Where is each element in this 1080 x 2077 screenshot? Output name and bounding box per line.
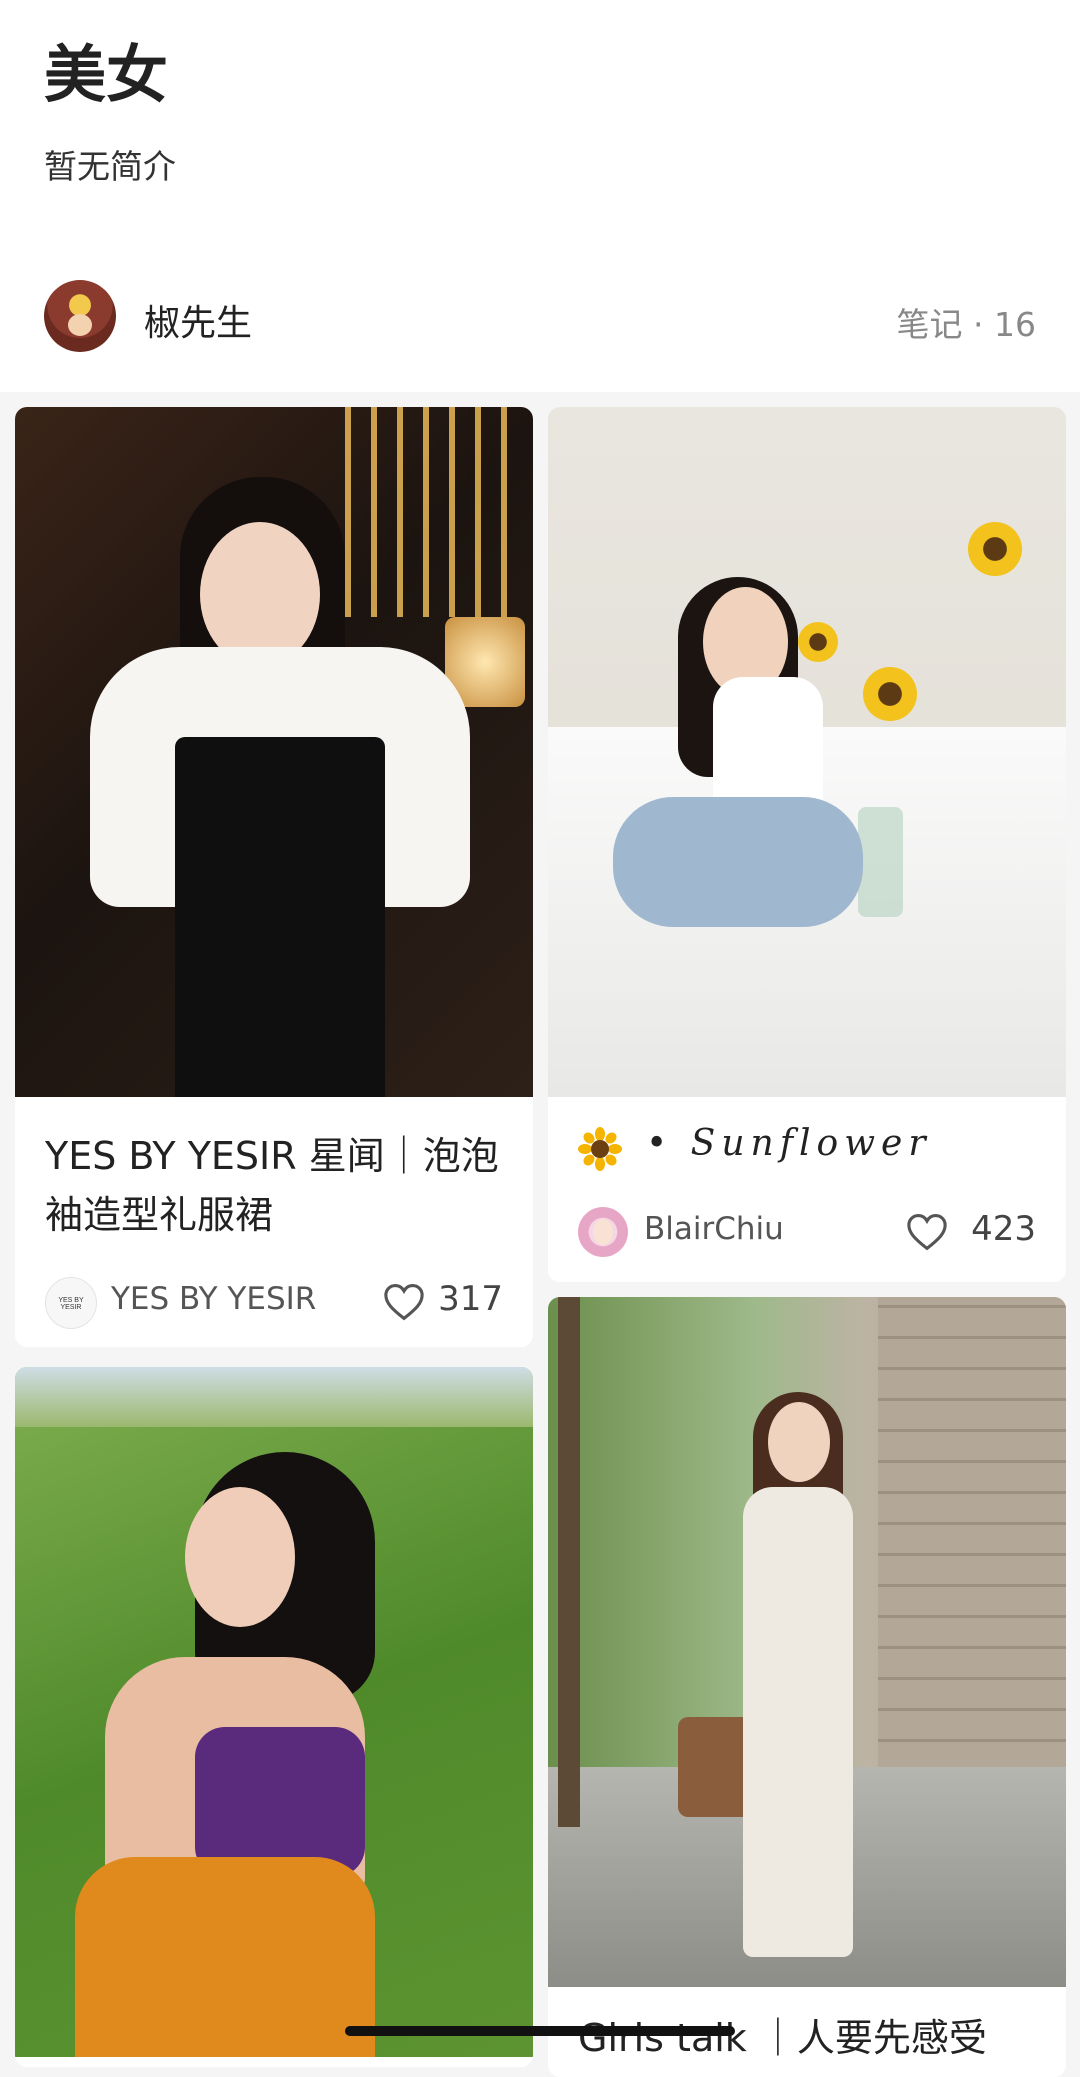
author-name[interactable]: BlairChiu <box>644 1211 784 1247</box>
like-count: 423 <box>971 1209 1036 1249</box>
notes-count: 笔记 · 16 <box>896 305 1036 344</box>
note-card[interactable]: Girls talk ｜人要先感受 <box>548 1297 1066 2077</box>
note-cover-image[interactable] <box>548 1297 1066 1987</box>
like-count: 317 <box>438 1279 503 1319</box>
note-title[interactable]: • Sunflower <box>578 1123 1038 1183</box>
note-cover-image[interactable] <box>15 1367 533 2057</box>
author-name[interactable]: YES BY YESIR <box>111 1281 316 1317</box>
like-button[interactable]: 317 <box>363 1279 503 1325</box>
like-button[interactable]: 423 <box>891 1209 1036 1255</box>
home-indicator[interactable] <box>345 2026 735 2036</box>
heart-icon[interactable] <box>906 1213 948 1251</box>
author-avatar[interactable]: YES BY YESIR <box>45 1277 97 1329</box>
heart-icon[interactable] <box>383 1283 425 1321</box>
note-title[interactable]: Girls talk ｜人要先感受 <box>578 2009 1048 2068</box>
collection-header: 美女 暂无简介 椒先生 笔记 · 16 <box>0 0 1080 392</box>
sunflower-icon <box>578 1127 622 1171</box>
collection-intro: 暂无简介 <box>44 147 176 186</box>
author-avatar[interactable] <box>578 1207 628 1257</box>
note-card[interactable]: • Sunflower BlairChiu 423 <box>548 407 1066 1282</box>
note-title-text[interactable]: • Sunflower <box>646 1123 932 1164</box>
author-avatar-logo-text: YES BY YESIR <box>58 1297 84 1311</box>
note-title[interactable]: YES BY YESIR 星闻｜泡泡袖造型礼服裙 <box>45 1127 515 1245</box>
collection-title: 美女 <box>44 38 169 111</box>
author-name[interactable]: 椒先生 <box>144 294 252 346</box>
note-cover-image[interactable] <box>548 407 1066 1097</box>
collection-author[interactable]: 椒先生 笔记 · 16 <box>44 280 1036 352</box>
note-meta: YES BY YESIR YES BY YESIR 317 <box>45 1273 503 1329</box>
avatar[interactable] <box>44 280 116 352</box>
note-meta: BlairChiu 423 <box>578 1203 1036 1259</box>
note-card[interactable]: YES BY YESIR 星闻｜泡泡袖造型礼服裙 YES BY YESIR YE… <box>15 407 533 1347</box>
note-cover-image[interactable] <box>15 407 533 1097</box>
note-card[interactable] <box>15 1367 533 2067</box>
